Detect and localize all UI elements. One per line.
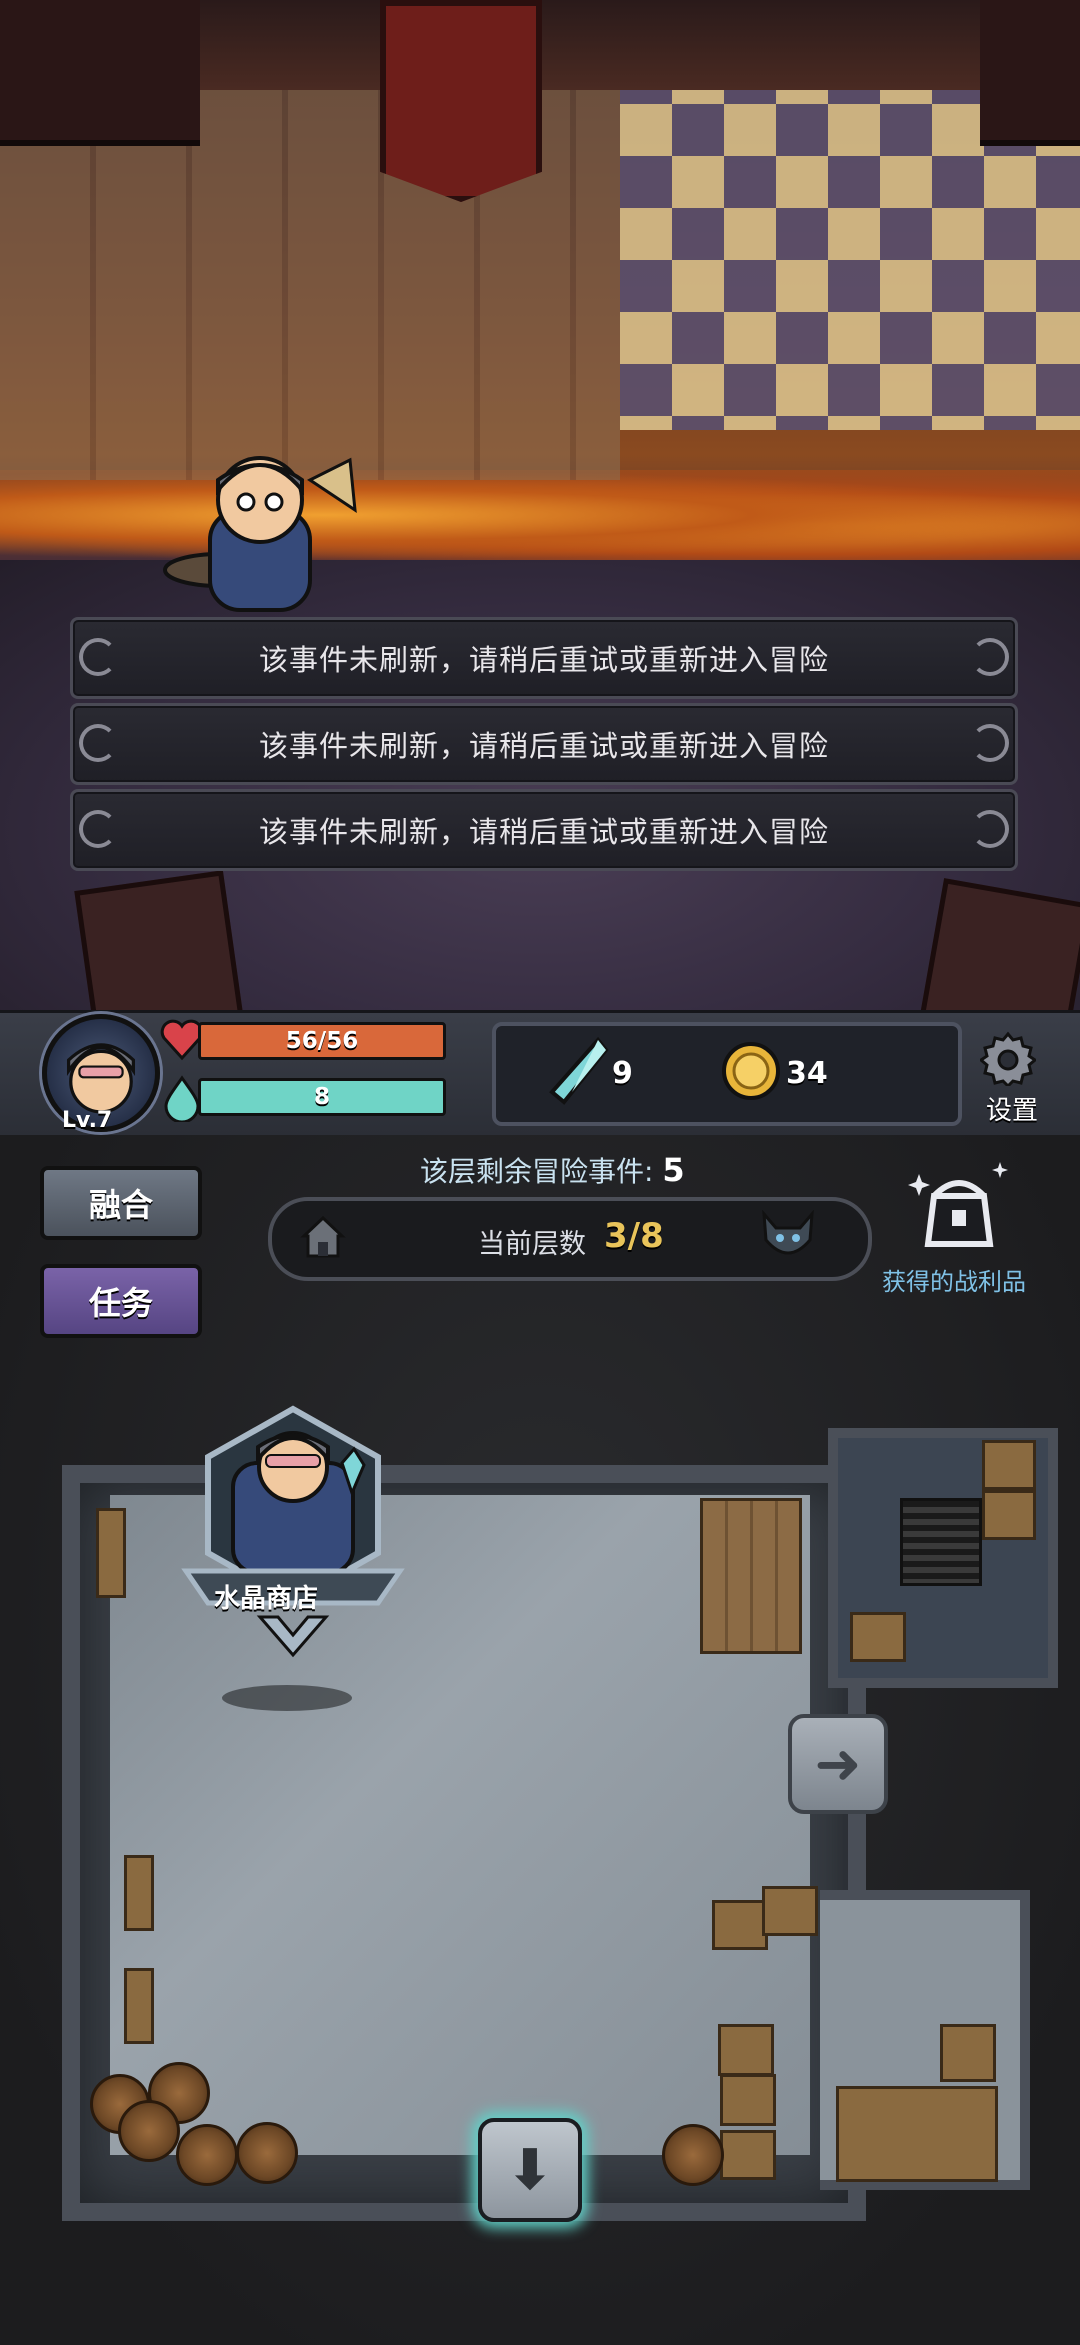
crate — [940, 2024, 996, 2082]
settings-label[interactable]: 设置 — [986, 1090, 1038, 1127]
crate — [762, 1886, 818, 1936]
arrow-down-button[interactable]: ⬇ — [478, 2118, 582, 2222]
crate-stack — [836, 2086, 998, 2182]
barrel — [176, 2124, 238, 2186]
hanging-banner — [380, 0, 542, 202]
fuse-button[interactable]: 融合 — [40, 1166, 202, 1240]
remaining-events-value: 5 — [662, 1151, 685, 1189]
player-level: Lv.7 — [62, 1108, 113, 1133]
event-option-2[interactable]: 该事件未刷新，请稍后重试或重新进入冒险 — [70, 703, 1018, 785]
crate — [720, 2130, 776, 2180]
remaining-events: 该层剩余冒险事件: 5 — [420, 1150, 685, 1190]
shop-shadow — [222, 1685, 352, 1711]
arrow-right-button[interactable]: ➜ — [788, 1714, 888, 1814]
mana-drop-icon — [164, 1075, 200, 1122]
arrow-right-icon: ➜ — [814, 1731, 862, 1797]
ceiling-beam-right — [980, 0, 1080, 146]
arrow-down-icon: ⬇ — [506, 2137, 554, 2203]
mana-bar: 8 — [198, 1078, 446, 1116]
barrel — [118, 2100, 180, 2162]
ceiling-beam-left — [0, 0, 200, 146]
quest-button[interactable]: 任务 — [40, 1264, 202, 1338]
gear-icon[interactable] — [980, 1030, 1036, 1086]
curl-ornament-icon — [79, 810, 117, 848]
curl-ornament-icon — [971, 810, 1009, 848]
barrel — [236, 2122, 298, 2184]
house-icon — [300, 1215, 346, 1258]
event-option-text: 该事件未刷新，请稍后重试或重新进入冒险 — [258, 815, 829, 849]
crate — [982, 1440, 1036, 1490]
current-floor-value: 3/8 — [604, 1216, 664, 1256]
crate — [720, 2074, 776, 2126]
curl-ornament-icon — [79, 638, 117, 676]
hp-text: 56/56 — [285, 1028, 359, 1054]
crate — [712, 1900, 768, 1950]
scene-crate-left — [74, 870, 244, 1010]
bench — [124, 1968, 154, 2044]
crystal-icon — [549, 1036, 609, 1105]
mana-text: 8 — [313, 1084, 330, 1110]
crate — [718, 2024, 774, 2076]
wooden-table — [700, 1498, 802, 1654]
event-option-text: 该事件未刷新，请稍后重试或重新进入冒险 — [258, 729, 829, 763]
bench — [124, 1855, 154, 1931]
crate — [850, 1612, 906, 1662]
coin-icon — [722, 1042, 780, 1100]
crystal-count: 9 — [612, 1056, 633, 1091]
scene-crate-right — [918, 878, 1080, 1010]
current-floor-label: 当前层数 — [478, 1229, 586, 1260]
curl-ornament-icon — [79, 724, 117, 762]
bench — [96, 1508, 126, 1598]
event-option-3[interactable]: 该事件未刷新，请稍后重试或重新进入冒险 — [70, 789, 1018, 871]
loot-label[interactable]: 获得的战利品 — [882, 1262, 1026, 1297]
crystal-shop-label[interactable]: 水晶商店 — [214, 1578, 318, 1615]
event-option-1[interactable]: 该事件未刷新，请稍后重试或重新进入冒险 — [70, 617, 1018, 699]
event-option-text: 该事件未刷新，请稍后重试或重新进入冒险 — [258, 643, 829, 677]
coin-count: 34 — [786, 1056, 828, 1091]
remaining-events-label: 该层剩余冒险事件: — [420, 1155, 654, 1188]
hp-bar: 56/56 — [198, 1022, 446, 1060]
curl-ornament-icon — [971, 724, 1009, 762]
barrel — [662, 2124, 724, 2186]
curl-ornament-icon — [971, 638, 1009, 676]
crystal-shop-node[interactable] — [178, 1403, 408, 1673]
crate — [982, 1490, 1036, 1540]
loot-chest-icon[interactable] — [904, 1160, 1014, 1256]
demon-boss-icon — [762, 1210, 814, 1255]
floor-vent — [900, 1498, 982, 1586]
hero-character — [163, 456, 357, 612]
